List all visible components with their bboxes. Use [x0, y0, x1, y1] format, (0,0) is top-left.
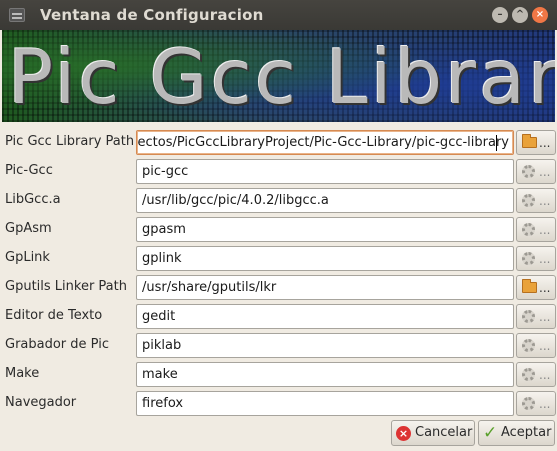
browse-button-label: ... — [539, 223, 551, 237]
field-label: Grabador de Pic — [5, 337, 109, 352]
path-input-value: make — [142, 367, 178, 382]
config-row: Grabador de Pic piklab... — [0, 333, 557, 358]
browse-button[interactable]: ... — [516, 246, 556, 271]
browse-button-label: ... — [539, 339, 551, 353]
banner-logo: Pic Gcc Library — [2, 30, 555, 122]
browse-button[interactable]: ... — [516, 188, 556, 213]
folder-icon — [522, 134, 537, 148]
path-input[interactable]: /usr/share/gputils/lkr — [136, 275, 514, 300]
field-label: Editor de Texto — [5, 308, 103, 323]
field-label: GpAsm — [5, 221, 52, 236]
accept-button[interactable]: ✓ Aceptar — [478, 420, 555, 446]
browse-button[interactable]: ... — [516, 159, 556, 184]
executable-icon — [522, 339, 535, 352]
minimize-icon[interactable]: – — [492, 7, 508, 23]
path-input-value: ectos/PicGccLibraryProject/Pic-Gcc-Libra… — [137, 135, 509, 150]
field-label: Make — [5, 366, 40, 381]
browse-button-label: ... — [539, 310, 551, 324]
config-row: Editor de Texto gedit... — [0, 304, 557, 329]
cancel-button[interactable]: × Cancelar — [391, 420, 475, 446]
field-label: Navegador — [5, 395, 77, 410]
banner-title: Pic Gcc Library — [8, 33, 555, 121]
browse-button-label: ... — [539, 281, 551, 295]
path-input[interactable]: gpasm — [136, 217, 514, 242]
executable-icon — [522, 310, 535, 323]
browse-button[interactable]: ... — [516, 275, 556, 300]
path-input-value: gpasm — [142, 222, 186, 237]
path-input-value: /usr/lib/gcc/pic/4.0.2/libgcc.a — [142, 193, 329, 208]
folder-icon — [522, 279, 537, 293]
path-input[interactable]: ectos/PicGccLibraryProject/Pic-Gcc-Libra… — [136, 130, 514, 155]
path-input[interactable]: gedit — [136, 304, 514, 329]
path-input-value: /usr/share/gputils/lkr — [142, 280, 277, 295]
path-input[interactable]: make — [136, 362, 514, 387]
browse-button-label: ... — [539, 165, 551, 179]
executable-icon — [522, 223, 535, 236]
browse-button[interactable]: ... — [516, 304, 556, 329]
executable-icon — [522, 165, 535, 178]
config-row: Make make... — [0, 362, 557, 387]
executable-icon — [522, 194, 535, 207]
title-bar: Ventana de Configuracion – ^ × — [0, 0, 557, 30]
executable-icon — [522, 397, 535, 410]
browse-button[interactable]: ... — [516, 362, 556, 387]
browse-button-label: ... — [539, 136, 551, 150]
config-row: GpLink gplink... — [0, 246, 557, 271]
config-row: Gputils Linker Path/usr/share/gputils/lk… — [0, 275, 557, 300]
maximize-icon[interactable]: ^ — [512, 7, 528, 23]
cancel-label: Cancelar — [415, 425, 473, 440]
browse-button[interactable]: ... — [516, 391, 556, 416]
field-label: Gputils Linker Path — [5, 279, 127, 294]
path-input-value: gplink — [142, 251, 182, 266]
accept-label: Aceptar — [501, 425, 552, 440]
window-menu-icon[interactable] — [9, 8, 25, 22]
config-row: Pic-Gcc pic-gcc... — [0, 159, 557, 184]
path-input[interactable]: piklab — [136, 333, 514, 358]
field-label: Pic-Gcc — [5, 163, 53, 178]
window-title: Ventana de Configuracion — [40, 6, 264, 24]
config-row: GpAsm gpasm... — [0, 217, 557, 242]
path-input-value: piklab — [142, 338, 182, 353]
path-input[interactable]: /usr/lib/gcc/pic/4.0.2/libgcc.a — [136, 188, 514, 213]
path-input[interactable]: firefox — [136, 391, 514, 416]
browse-button-label: ... — [539, 397, 551, 411]
browse-button-label: ... — [539, 252, 551, 266]
browse-button[interactable]: ... — [516, 333, 556, 358]
executable-icon — [522, 368, 535, 381]
executable-icon — [522, 252, 535, 265]
browse-button-label: ... — [539, 368, 551, 382]
path-input[interactable]: gplink — [136, 246, 514, 271]
field-label: GpLink — [5, 250, 50, 265]
config-row: Navegador firefox... — [0, 391, 557, 416]
browse-button[interactable]: ... — [516, 217, 556, 242]
browse-button[interactable]: ... — [516, 130, 556, 155]
text-cursor — [496, 135, 497, 151]
checkmark-icon: ✓ — [483, 423, 498, 443]
path-input[interactable]: pic-gcc — [136, 159, 514, 184]
config-row: Pic Gcc Library Path ectos/PicGccLibraryP… — [0, 130, 557, 155]
path-input-value: firefox — [142, 396, 184, 411]
path-input-value: pic-gcc — [142, 164, 189, 179]
field-label: Pic Gcc Library Path — [5, 134, 135, 149]
close-icon[interactable]: × — [532, 7, 548, 23]
path-input-value: gedit — [142, 309, 176, 324]
config-row: LibGcc.a/usr/lib/gcc/pic/4.0.2/libgcc.a.… — [0, 188, 557, 213]
browse-button-label: ... — [539, 194, 551, 208]
cancel-icon: × — [396, 426, 411, 441]
field-label: LibGcc.a — [5, 192, 61, 207]
